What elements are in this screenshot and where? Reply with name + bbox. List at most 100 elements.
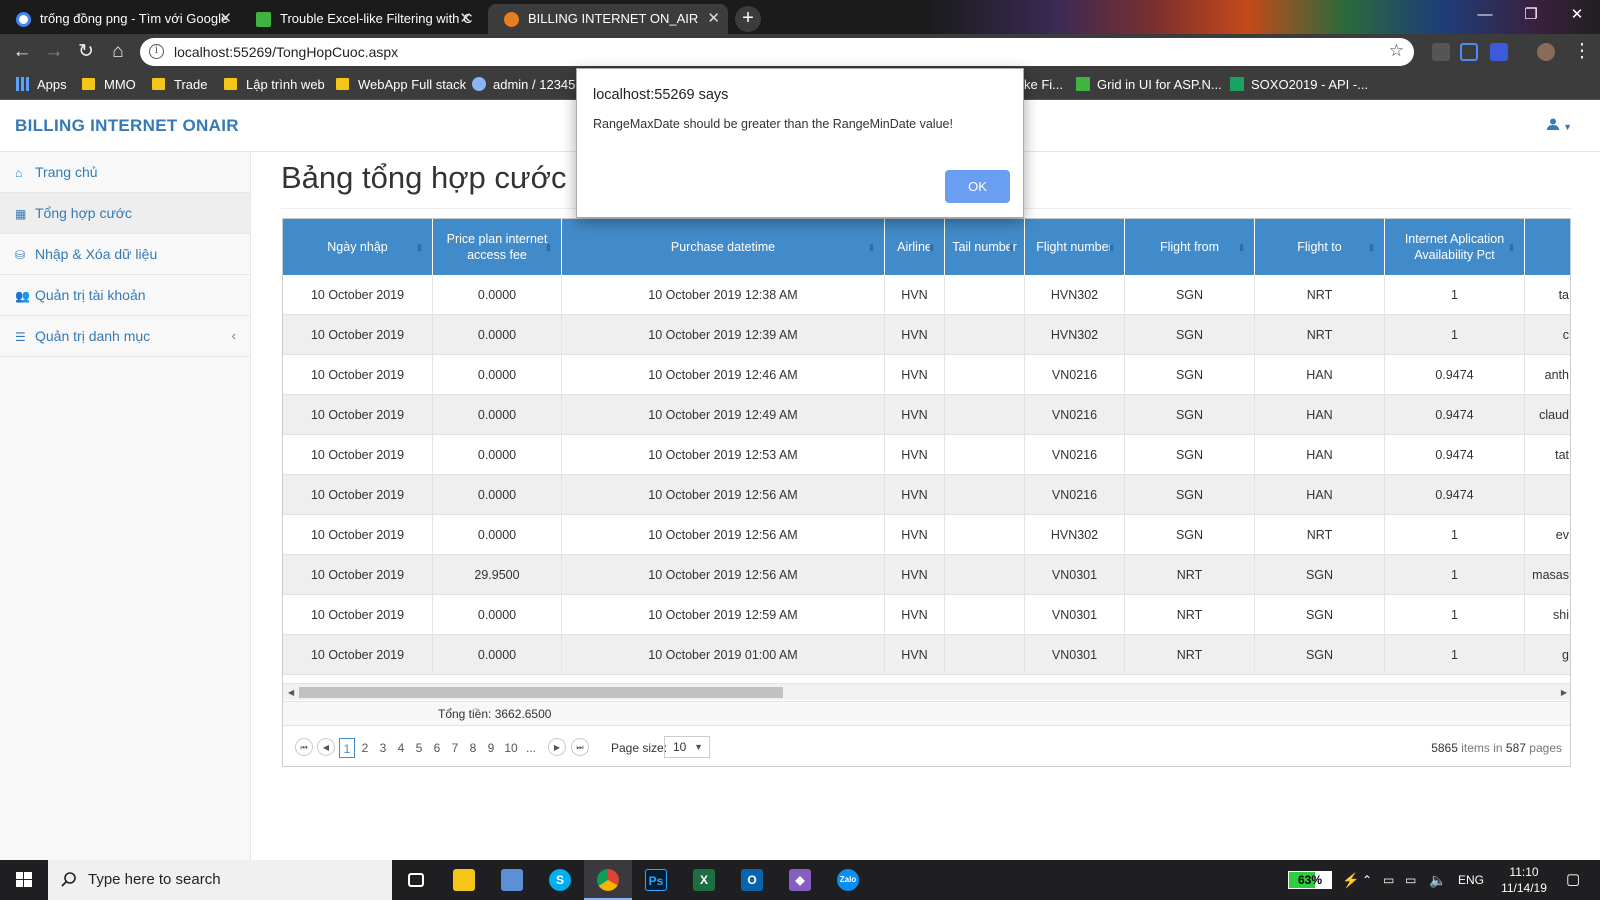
info-icon[interactable]: i (149, 44, 164, 59)
bookmark-folder[interactable]: MMO (82, 70, 136, 100)
page-number-button[interactable]: 5 (411, 738, 427, 758)
monitor-icon[interactable]: ▭ (1405, 860, 1416, 900)
page-number-button[interactable]: 10 (501, 738, 521, 758)
address-bar[interactable]: i localhost:55269/TongHopCuoc.aspx ☆ (140, 38, 1414, 66)
more-menu-icon[interactable]: ⋮ (1570, 40, 1594, 64)
taskbar-skype[interactable]: S (536, 860, 584, 900)
bookmark-link[interactable]: ke Fi... (1024, 70, 1063, 100)
page-number-button[interactable]: 9 (483, 738, 499, 758)
page-number-button[interactable]: 3 (375, 738, 391, 758)
filter-icon[interactable]: ▮ (929, 239, 934, 255)
page-number-button[interactable]: 7 (447, 738, 463, 758)
taskbar-outlook[interactable]: O (728, 860, 776, 900)
ok-button[interactable]: OK (945, 170, 1010, 203)
sidebar-item-import-delete[interactable]: ⛁ Nhập & Xóa dữ liệu (0, 234, 250, 275)
page-number-button[interactable]: 2 (357, 738, 373, 758)
bookmark-apps[interactable]: Apps (16, 70, 67, 100)
scroll-left-icon[interactable]: ◀ (288, 684, 294, 701)
filter-icon[interactable]: ▮ (1009, 239, 1014, 255)
table-row[interactable]: 10 October 2019 0.0000 10 October 2019 12:… (283, 435, 1570, 475)
column-header[interactable] (1525, 219, 1570, 275)
network-icon[interactable]: ▭ (1383, 860, 1394, 900)
table-row[interactable]: 10 October 2019 0.0000 10 October 2019 12:… (283, 355, 1570, 395)
close-icon[interactable]: ✕ (459, 4, 472, 34)
horizontal-scrollbar[interactable]: ◀ ▶ (283, 683, 1570, 701)
first-page-icon[interactable]: ⏮ (295, 738, 313, 756)
column-header[interactable]: Flight number ▮ (1025, 219, 1125, 275)
table-row[interactable]: 10 October 2019 0.0000 10 October 2019 01:… (283, 635, 1570, 675)
filter-icon[interactable]: ▮ (417, 239, 422, 255)
column-header[interactable]: Flight from ▮ (1125, 219, 1255, 275)
language-indicator[interactable]: ENG (1458, 860, 1484, 900)
filter-icon[interactable]: ▮ (1369, 239, 1374, 255)
filter-icon[interactable]: ▮ (1239, 239, 1244, 255)
column-header[interactable]: Price plan internet access fee ▮ (433, 219, 562, 275)
next-page-icon[interactable]: ▶ (548, 738, 566, 756)
maximize-button[interactable]: ❐ (1508, 0, 1554, 30)
power-plug-icon[interactable]: ⚡ (1342, 860, 1359, 900)
close-icon[interactable]: ✕ (707, 4, 720, 34)
bookmark-link[interactable]: admin / 12345 (472, 70, 575, 100)
reload-icon[interactable]: ↻ (74, 40, 98, 64)
extension-icon[interactable] (1432, 43, 1450, 61)
taskbar-explorer[interactable] (440, 860, 488, 900)
column-header[interactable]: Airline ▮ (885, 219, 945, 275)
column-header[interactable]: Flight to ▮ (1255, 219, 1385, 275)
page-number-button[interactable]: 4 (393, 738, 409, 758)
taskbar-clock[interactable]: 11:10 11/14/19 (1492, 864, 1556, 896)
taskbar-excel[interactable]: X (680, 860, 728, 900)
last-page-icon[interactable]: ⏭ (571, 738, 589, 756)
bookmark-star-icon[interactable]: ☆ (1389, 41, 1404, 61)
back-arrow-icon[interactable]: ← (10, 40, 34, 64)
battery-indicator[interactable]: 63% (1288, 871, 1332, 889)
taskbar-zalo[interactable]: Zalo (824, 860, 872, 900)
bookmark-link[interactable]: SOXO2019 - API -... (1230, 70, 1368, 100)
column-header[interactable]: Ngày nhập ▮ (283, 219, 433, 275)
new-tab-button[interactable]: + (735, 6, 761, 32)
table-row[interactable]: 10 October 2019 0.0000 10 October 2019 12:… (283, 315, 1570, 355)
extension-icon[interactable] (1460, 43, 1478, 61)
table-row[interactable]: 10 October 2019 0.0000 10 October 2019 12:… (283, 395, 1570, 435)
page-number-button[interactable]: 1 (339, 738, 355, 758)
table-row[interactable]: 10 October 2019 0.0000 10 October 2019 12:… (283, 475, 1570, 515)
chevron-up-icon[interactable]: ⌃ (1362, 860, 1372, 900)
start-button[interactable] (0, 860, 48, 900)
filter-icon[interactable]: ▮ (1109, 239, 1114, 255)
bookmark-folder[interactable]: Trade (152, 70, 207, 100)
home-icon[interactable]: ⌂ (106, 40, 130, 64)
app-brand[interactable]: BILLING INTERNET ONAIR (15, 100, 239, 152)
column-header[interactable]: Internet Aplication Availability Pct ▮ (1385, 219, 1525, 275)
profile-avatar[interactable] (1537, 43, 1555, 61)
task-view-button[interactable] (392, 860, 440, 900)
extension-icon[interactable] (1490, 43, 1508, 61)
table-row[interactable]: 10 October 2019 29.9500 10 October 2019 12… (283, 555, 1570, 595)
table-row[interactable]: 10 October 2019 0.0000 10 October 2019 12:… (283, 515, 1570, 555)
taskbar-app[interactable] (488, 860, 536, 900)
filter-icon[interactable]: ▮ (1509, 239, 1514, 255)
notification-icon[interactable]: ▢ (1566, 860, 1580, 900)
filter-icon[interactable]: ▮ (869, 239, 874, 255)
filter-icon[interactable]: ▮ (546, 239, 551, 255)
minimize-button[interactable]: — (1462, 0, 1508, 30)
taskbar-visual-studio[interactable]: ◆ (776, 860, 824, 900)
scrollbar-thumb[interactable] (299, 687, 783, 698)
sidebar-item-categories[interactable]: ☰ Quản trị danh mục ‹ (0, 316, 250, 357)
forward-arrow-icon[interactable]: → (42, 40, 66, 64)
volume-icon[interactable]: 🔈 (1429, 860, 1446, 900)
user-menu[interactable]: ▼ (1547, 100, 1572, 153)
close-icon[interactable]: ✕ (219, 4, 232, 34)
sidebar-item-billing-summary[interactable]: ▦ Tổng hợp cước (0, 193, 250, 234)
table-row[interactable]: 10 October 2019 0.0000 10 October 2019 12:… (283, 275, 1570, 315)
sidebar-item-accounts[interactable]: 👥 Quản trị tài khoản (0, 275, 250, 316)
more-pages-button[interactable]: ... (523, 738, 539, 758)
taskbar-photoshop[interactable]: Ps (632, 860, 680, 900)
column-header[interactable]: Purchase datetime ▮ (562, 219, 885, 275)
sidebar-item-home[interactable]: ⌂ Trang chủ (0, 152, 250, 193)
url-text[interactable]: localhost:55269/TongHopCuoc.aspx (174, 38, 398, 66)
bookmark-link[interactable]: Grid in UI for ASP.N... (1076, 70, 1222, 100)
page-number-button[interactable]: 6 (429, 738, 445, 758)
page-number-button[interactable]: 8 (465, 738, 481, 758)
column-header[interactable]: Tail number ▮ (945, 219, 1025, 275)
table-row[interactable]: 10 October 2019 0.0000 10 October 2019 12:… (283, 595, 1570, 635)
bookmark-folder[interactable]: Lập trình web (224, 70, 325, 100)
